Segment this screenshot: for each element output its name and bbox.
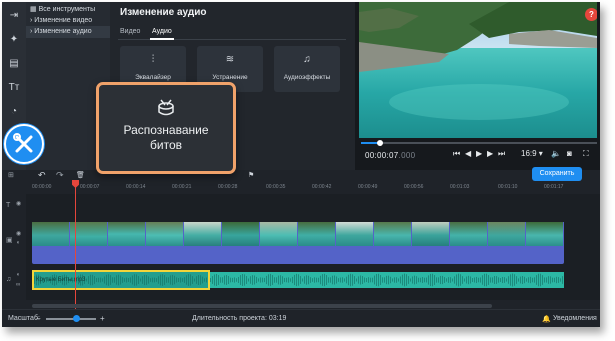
video-track-icon: ▣ <box>6 237 13 244</box>
video-frame <box>359 2 597 138</box>
tab-active-indicator <box>150 38 174 40</box>
timeline-scrollbar[interactable] <box>32 304 492 308</box>
titles-icon[interactable]: Tт <box>6 80 22 96</box>
visibility-icon[interactable]: ◉ <box>16 200 21 207</box>
zoom-out-icon[interactable]: − <box>36 314 41 323</box>
stickers-icon[interactable]: ◔ <box>6 104 22 120</box>
preview-panel: ? 00:00:07.000 ⏮ ◀ ▶ ▶ ⏭ 16:9 ▾ 🔈 ◙ ⛶ <box>355 2 600 170</box>
tree-item-video-edit[interactable]: › Изменение видео <box>30 17 92 24</box>
card-label: Аудиоэффекты <box>283 74 331 81</box>
tools-button[interactable] <box>4 124 44 164</box>
bell-icon[interactable]: 🔔 <box>542 315 551 323</box>
tab-audio[interactable]: Аудио <box>152 28 172 35</box>
status-bar: Масштаб: − + Длительность проекта: 03:19… <box>2 309 600 327</box>
mute-icon[interactable]: ◖ <box>16 272 20 278</box>
music-track-icon: ♫ <box>6 276 12 283</box>
callout-label: Распознавание битов <box>123 123 209 152</box>
help-button[interactable]: ? <box>585 8 597 21</box>
ruler-tick: 00:01:03 <box>450 184 470 190</box>
tools-icon <box>13 133 33 153</box>
ruler-tick: 00:00:42 <box>312 184 332 190</box>
playhead[interactable] <box>75 180 76 310</box>
beat-detection-callout[interactable]: Распознавание битов <box>96 82 236 174</box>
delete-icon[interactable]: 🗑 <box>76 171 85 179</box>
add-track-icon[interactable]: ⊞ <box>8 171 14 179</box>
grid-icon: ▦ <box>30 6 37 13</box>
card-label: Устранение <box>212 74 248 81</box>
marker-flag-icon[interactable]: ⚑ <box>248 171 254 179</box>
timeline-ruler: 00:00:00 00:00:07 00:00:14 00:00:21 00:0… <box>26 182 600 194</box>
aspect-select[interactable]: 16:9 ▾ <box>521 149 543 158</box>
equalizer-icon: ⫶ <box>151 54 155 65</box>
import-icon[interactable]: ⇥ <box>6 8 22 24</box>
timeline-tracks: Крутые Биты.mp3 <box>26 194 600 300</box>
chevron-right-icon: › <box>30 17 33 24</box>
ruler-tick: 00:00:00 <box>32 184 52 190</box>
card-label: Эквалайзер <box>135 74 171 81</box>
video-clip[interactable] <box>32 222 564 264</box>
prev-frame-icon[interactable]: ◀ <box>465 149 471 158</box>
timecode: 00:00:07.000 <box>365 151 416 160</box>
redo-icon[interactable]: ↷ <box>56 170 64 181</box>
app-window: ⇥ ✦ ▤ Tт ◔ ▦ Все инструменты › Изменение… <box>2 2 600 327</box>
volume-envelope-icon[interactable]: ∞ <box>16 282 20 288</box>
ruler-tick: 00:00:49 <box>358 184 378 190</box>
tab-video[interactable]: Видео <box>120 28 140 35</box>
video-preview: ? <box>359 2 597 138</box>
play-icon[interactable]: ▶ <box>476 149 482 158</box>
undo-icon[interactable]: ↶ <box>38 170 46 181</box>
ruler-tick: 00:01:10 <box>498 184 518 190</box>
tree-item-all-tools[interactable]: ▦ Все инструменты <box>30 5 95 13</box>
zoom-handle[interactable] <box>73 315 80 322</box>
volume-icon[interactable]: 🔈 <box>551 149 561 158</box>
save-button[interactable]: Сохранить <box>532 167 582 181</box>
audio-effects-icon: ♫ <box>303 54 311 65</box>
transitions-icon[interactable]: ▤ <box>6 56 22 72</box>
drum-icon <box>99 99 233 122</box>
seek-bar[interactable] <box>361 140 597 146</box>
audio-effects-card[interactable]: ♫ Аудиоэффекты <box>274 46 340 92</box>
notifications-link[interactable]: Уведомления <box>553 315 597 322</box>
ruler-tick: 00:01:17 <box>544 184 564 190</box>
fullscreen-icon[interactable]: ⛶ <box>583 149 589 159</box>
zoom-slider[interactable] <box>46 318 96 320</box>
skip-forward-icon[interactable]: ⏭ <box>498 149 505 159</box>
ruler-tick: 00:00:07 <box>80 184 100 190</box>
ruler-tick: 00:00:14 <box>126 184 146 190</box>
filters-icon[interactable]: ✦ <box>6 32 22 48</box>
noise-removal-icon: ≋ <box>225 54 235 65</box>
mute-icon[interactable]: ◖ <box>16 240 20 246</box>
seek-handle[interactable] <box>376 140 383 146</box>
project-duration: Длительность проекта: 03:19 <box>192 315 287 322</box>
panel-title: Изменение аудио <box>120 7 207 18</box>
audio-clip-name: Крутые Биты.mp3 <box>36 277 86 283</box>
chevron-right-icon: › <box>30 28 33 35</box>
ruler-tick: 00:00:56 <box>404 184 424 190</box>
snapshot-icon[interactable]: ◙ <box>567 149 572 158</box>
skip-back-icon[interactable]: ⏮ <box>453 149 460 159</box>
timeline-toolbar: ⊞ ↶ ↷ 🗑 ⚑ <box>2 170 600 182</box>
ruler-tick: 00:00:21 <box>172 184 192 190</box>
zoom-in-icon[interactable]: + <box>100 314 105 323</box>
visibility-icon[interactable]: ◉ <box>16 230 21 237</box>
tree-item-audio-edit[interactable]: › Изменение аудио <box>30 28 92 35</box>
ruler-tick: 00:00:35 <box>266 184 286 190</box>
next-frame-icon[interactable]: ▶ <box>487 149 493 158</box>
text-track-icon: T <box>6 202 11 209</box>
track-header: T ◉ ▣ ◉ ◖ ♫ ◖ ∞ <box>2 194 26 300</box>
video-thumbnails <box>32 222 564 246</box>
ruler-tick: 00:00:28 <box>218 184 238 190</box>
